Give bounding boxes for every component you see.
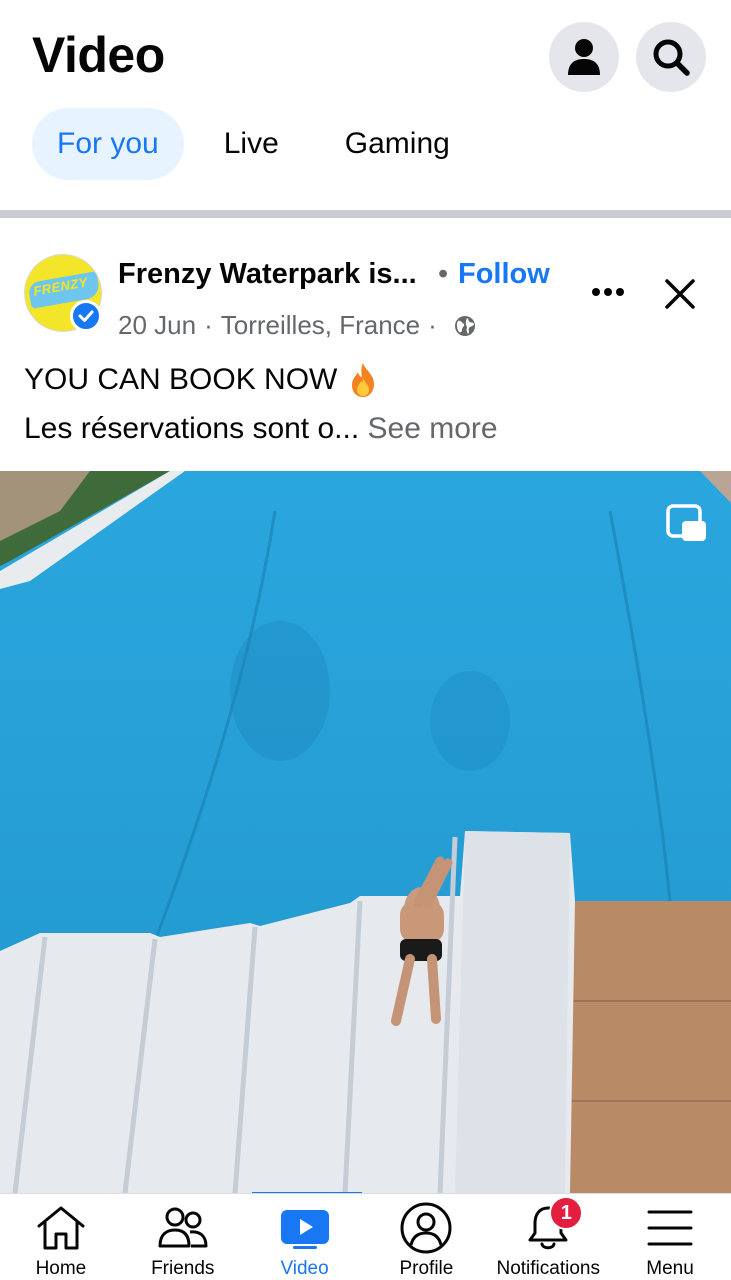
close-icon [665, 279, 695, 309]
nav-notifications-label: Notifications [496, 1258, 600, 1279]
post-location[interactable]: Torreilles, France [221, 310, 420, 341]
nav-profile-label: Profile [399, 1258, 454, 1279]
post-page-name[interactable]: Frenzy Waterpark is... [118, 258, 417, 291]
profile-icon [400, 1202, 452, 1254]
nav-video-label: Video [280, 1258, 329, 1279]
more-options-button[interactable] [586, 270, 630, 314]
video-tabs: For you Live Gaming [32, 108, 450, 180]
post-caption-line-2: Les réservations sont o... See more [24, 412, 498, 446]
nav-video[interactable]: Video [244, 1194, 366, 1280]
tab-for-you[interactable]: For you [32, 108, 184, 180]
page-title: Video [32, 27, 165, 83]
notification-badge: 1 [549, 1196, 584, 1230]
more-dots-icon [592, 288, 624, 296]
video-frame [0, 471, 731, 1193]
profile-button[interactable] [549, 22, 619, 92]
person-icon [568, 39, 600, 75]
see-more-link[interactable]: See more [368, 412, 498, 445]
nav-friends-label: Friends [151, 1258, 215, 1279]
post-caption-line-1: YOU CAN BOOK NOW [24, 362, 379, 398]
video-icon [280, 1202, 330, 1254]
nav-profile[interactable]: Profile [365, 1194, 487, 1280]
search-button[interactable] [636, 22, 706, 92]
friends-icon [157, 1202, 209, 1254]
follow-separator: • [438, 258, 449, 290]
tab-gaming[interactable]: Gaming [345, 108, 450, 180]
caption-text-2: Les réservations sont o... [24, 412, 360, 445]
menu-icon [646, 1202, 694, 1254]
caption-text: YOU CAN BOOK NOW [24, 363, 338, 396]
search-icon [653, 39, 690, 76]
tab-live[interactable]: Live [224, 108, 279, 180]
bottom-nav: Home Friends Video Profile 1 Notificatio… [0, 1193, 731, 1280]
video-player[interactable] [0, 471, 731, 1193]
follow-button[interactable]: Follow [458, 258, 550, 291]
post-meta: 20 Jun · Torreilles, France · [118, 310, 477, 341]
home-icon [35, 1202, 87, 1254]
nav-home-label: Home [35, 1258, 87, 1279]
nav-menu-label: Menu [646, 1258, 694, 1279]
top-bar: Video For you Live Gaming [0, 0, 731, 210]
meta-separator-2: · [428, 310, 437, 340]
nav-menu[interactable]: Menu [609, 1194, 731, 1280]
nav-home[interactable]: Home [0, 1194, 122, 1280]
picture-in-picture-icon[interactable] [666, 504, 708, 546]
fire-emoji-icon [347, 362, 379, 398]
hide-post-button[interactable] [658, 272, 702, 316]
globe-icon [453, 314, 477, 338]
post-date[interactable]: 20 Jun [118, 310, 196, 341]
nav-friends[interactable]: Friends [122, 1194, 244, 1280]
verified-badge-icon [70, 300, 102, 332]
nav-notifications[interactable]: 1 Notifications [487, 1194, 609, 1280]
meta-separator: · [204, 310, 213, 340]
section-divider [0, 210, 731, 218]
